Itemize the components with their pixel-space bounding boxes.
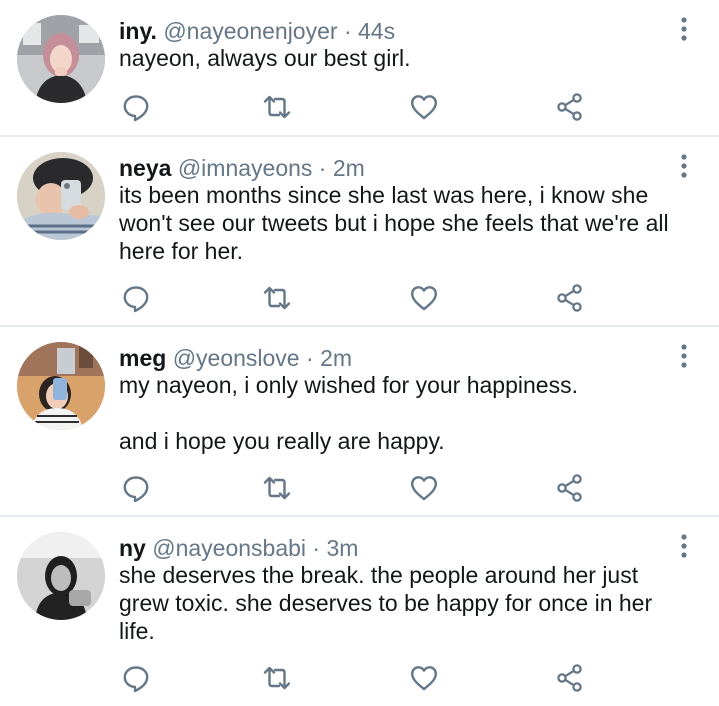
share-button[interactable] <box>553 472 587 504</box>
separator: · <box>318 155 327 181</box>
like-button[interactable] <box>407 282 441 314</box>
like-button[interactable] <box>407 662 441 694</box>
user-handle[interactable]: @yeonslove <box>173 345 300 371</box>
reply-icon <box>123 476 149 503</box>
avatar[interactable] <box>17 342 105 430</box>
display-name[interactable]: iny. <box>119 18 157 44</box>
timestamp[interactable]: 3m <box>326 535 358 561</box>
share-icon <box>557 664 582 692</box>
display-name[interactable]: meg <box>119 345 166 371</box>
avatar-photo <box>17 532 105 620</box>
more-options-icon[interactable] <box>676 16 692 42</box>
retweet-button[interactable] <box>260 91 294 123</box>
retweet-icon <box>263 666 291 690</box>
reply-icon <box>123 95 149 122</box>
tweet-text: its been months since she last was here,… <box>119 181 694 265</box>
separator: · <box>306 345 314 371</box>
more-options-icon[interactable] <box>676 533 692 559</box>
tweet-paragraph: nayeon, always our best girl. <box>119 45 411 71</box>
tweet-text: nayeon, always our best girl. <box>119 44 694 72</box>
more-options-icon[interactable] <box>676 153 692 179</box>
retweet-button[interactable] <box>260 472 294 504</box>
action-bar <box>119 91 599 123</box>
reply-button[interactable] <box>119 472 153 504</box>
timestamp[interactable]: 2m <box>333 155 365 181</box>
avatar[interactable] <box>17 152 105 240</box>
display-name[interactable]: neya <box>119 155 171 181</box>
reply-button[interactable] <box>119 282 153 314</box>
tweet-feed: iny. @nayeonenjoyer · 44s nayeon, always… <box>0 0 719 706</box>
avatar-photo <box>17 152 105 240</box>
like-icon <box>411 666 437 691</box>
tweet-header: iny. @nayeonenjoyer · 44s <box>119 16 395 46</box>
share-button[interactable] <box>553 91 587 123</box>
user-handle[interactable]: @imnayeons <box>178 155 313 181</box>
avatar-photo <box>17 342 105 430</box>
share-icon <box>557 93 582 121</box>
tweet-paragraph: my nayeon, i only wished for your happin… <box>119 372 578 398</box>
retweet-button[interactable] <box>260 662 294 694</box>
like-button[interactable] <box>407 91 441 123</box>
tweet-header: meg @yeonslove · 2m <box>119 343 352 373</box>
tweet-paragraph: its been months since she last was here,… <box>119 182 669 264</box>
action-bar <box>119 662 599 694</box>
user-handle[interactable]: @nayeonsbabi <box>152 535 306 561</box>
separator: · <box>343 18 352 44</box>
like-icon <box>411 476 437 501</box>
like-button[interactable] <box>407 472 441 504</box>
tweet-text: my nayeon, i only wished for your happin… <box>119 371 694 455</box>
avatar-photo <box>17 15 105 103</box>
separator: · <box>312 535 321 561</box>
tweet-paragraph: she deserves the break. the people aroun… <box>119 562 653 644</box>
action-bar <box>119 472 599 504</box>
reply-icon <box>123 286 149 313</box>
display-name[interactable]: ny <box>119 535 146 561</box>
reply-button[interactable] <box>119 91 153 123</box>
reply-icon <box>123 666 149 693</box>
user-handle[interactable]: @nayeonenjoyer <box>163 18 337 44</box>
share-icon <box>557 474 582 502</box>
retweet-icon <box>263 476 291 500</box>
retweet-icon <box>263 286 291 310</box>
tweet-item[interactable]: ny @nayeonsbabi · 3m she deserves the br… <box>0 517 719 706</box>
like-icon <box>411 286 437 311</box>
timestamp[interactable]: 44s <box>358 18 395 44</box>
more-options-icon[interactable] <box>676 343 692 369</box>
tweet-item[interactable]: meg @yeonslove · 2m my nayeon, i only wi… <box>0 327 719 515</box>
tweet-header: neya @imnayeons · 2m <box>119 153 365 183</box>
avatar[interactable] <box>17 15 105 103</box>
tweet-item[interactable]: iny. @nayeonenjoyer · 44s nayeon, always… <box>0 0 719 135</box>
tweet-paragraph: and i hope you really are happy. <box>119 428 445 454</box>
retweet-button[interactable] <box>260 282 294 314</box>
like-icon <box>411 95 437 120</box>
retweet-icon <box>263 95 291 119</box>
avatar[interactable] <box>17 532 105 620</box>
reply-button[interactable] <box>119 662 153 694</box>
share-icon <box>557 284 582 312</box>
timestamp[interactable]: 2m <box>320 345 352 371</box>
share-button[interactable] <box>553 662 587 694</box>
tweet-text: she deserves the break. the people aroun… <box>119 561 694 645</box>
tweet-item[interactable]: neya @imnayeons · 2m its been months sin… <box>0 137 719 325</box>
action-bar <box>119 282 599 314</box>
share-button[interactable] <box>553 282 587 314</box>
tweet-header: ny @nayeonsbabi · 3m <box>119 533 358 563</box>
